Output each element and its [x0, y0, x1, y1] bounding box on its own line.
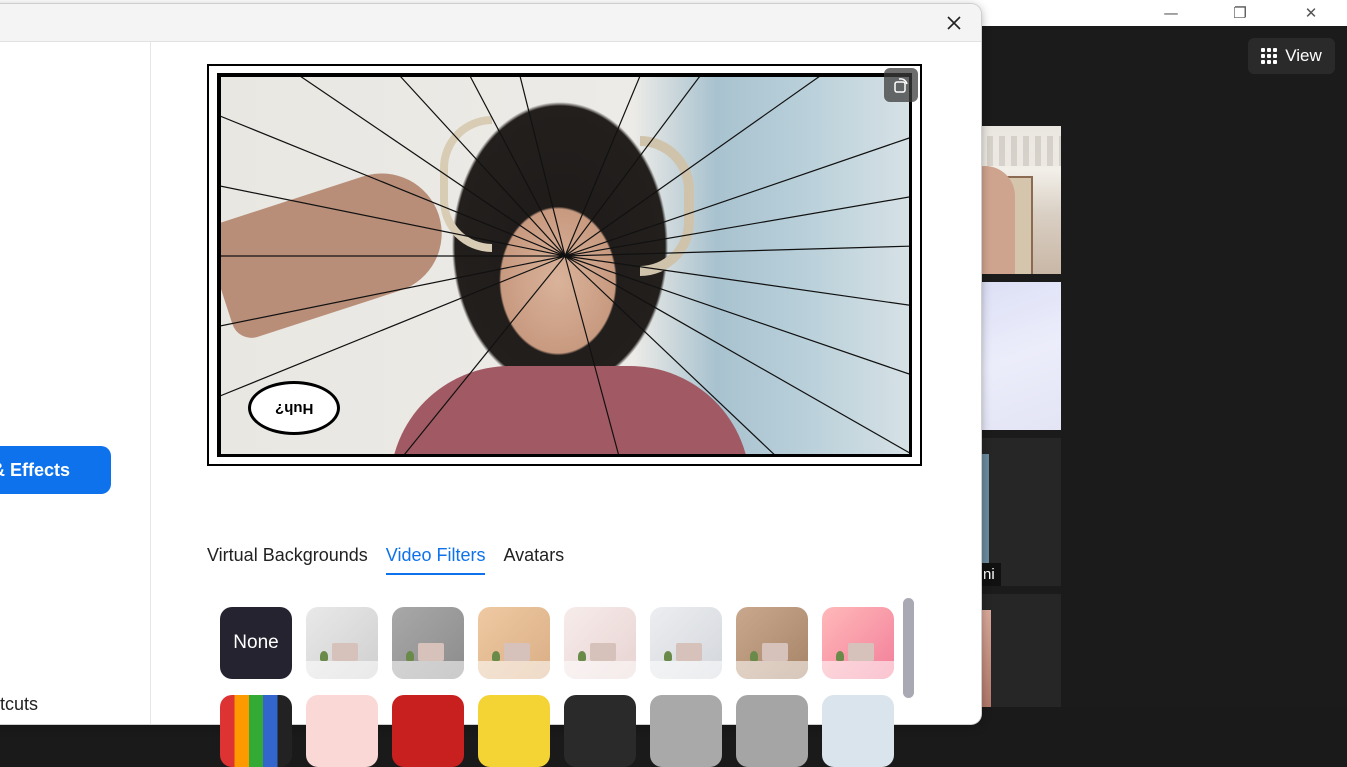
participant-tile[interactable]	[975, 282, 1061, 430]
rotate-camera-icon[interactable]	[884, 68, 918, 102]
tab-avatars[interactable]: Avatars	[503, 545, 564, 575]
speech-bubble-text: Huh?	[274, 399, 314, 417]
close-icon[interactable]	[942, 11, 966, 35]
filter-option[interactable]	[822, 607, 894, 679]
participant-tile[interactable]: ni	[975, 438, 1061, 586]
filter-option[interactable]	[306, 607, 378, 679]
filter-option[interactable]	[650, 607, 722, 679]
filter-option[interactable]	[736, 607, 808, 679]
video-filters-grid: None	[220, 607, 910, 767]
sidebar-item-keyboard-shortcuts[interactable]: tcuts	[0, 692, 130, 716]
filter-option[interactable]	[822, 695, 894, 767]
tab-virtual-backgrounds[interactable]: Virtual Backgrounds	[207, 545, 368, 575]
filters-scrollbar[interactable]	[903, 598, 914, 698]
settings-sidebar: & Effects tcuts	[0, 42, 151, 724]
filter-option[interactable]	[220, 695, 292, 767]
view-button[interactable]: View	[1248, 38, 1335, 74]
filter-option[interactable]	[650, 695, 722, 767]
speech-bubble: Huh?	[248, 381, 340, 435]
filter-option[interactable]	[392, 695, 464, 767]
filter-none-label: None	[233, 632, 279, 653]
sidebar-item-background-effects[interactable]: & Effects	[0, 446, 111, 494]
dialog-header	[0, 4, 981, 42]
camera-feed: Huh?	[217, 73, 912, 457]
filter-none-option[interactable]: None	[220, 607, 292, 679]
close-window-icon[interactable]: ✕	[1288, 0, 1334, 26]
participant-tile[interactable]	[975, 594, 1061, 707]
minimize-icon[interactable]: —	[1148, 0, 1194, 26]
restore-icon[interactable]: ❐	[1217, 0, 1263, 26]
filter-option[interactable]	[564, 607, 636, 679]
filter-option[interactable]	[392, 607, 464, 679]
tab-video-filters[interactable]: Video Filters	[385, 545, 486, 575]
filter-option[interactable]	[736, 695, 808, 767]
participant-tile[interactable]	[975, 126, 1061, 274]
effects-tabs: Virtual Backgrounds Video Filters Avatar…	[207, 545, 564, 575]
video-preview: Huh?	[207, 64, 922, 466]
filter-option[interactable]	[564, 695, 636, 767]
grid-icon	[1261, 48, 1278, 64]
view-button-label: View	[1285, 46, 1322, 65]
filter-option[interactable]	[478, 607, 550, 679]
filter-option[interactable]	[306, 695, 378, 767]
filter-option[interactable]	[478, 695, 550, 767]
